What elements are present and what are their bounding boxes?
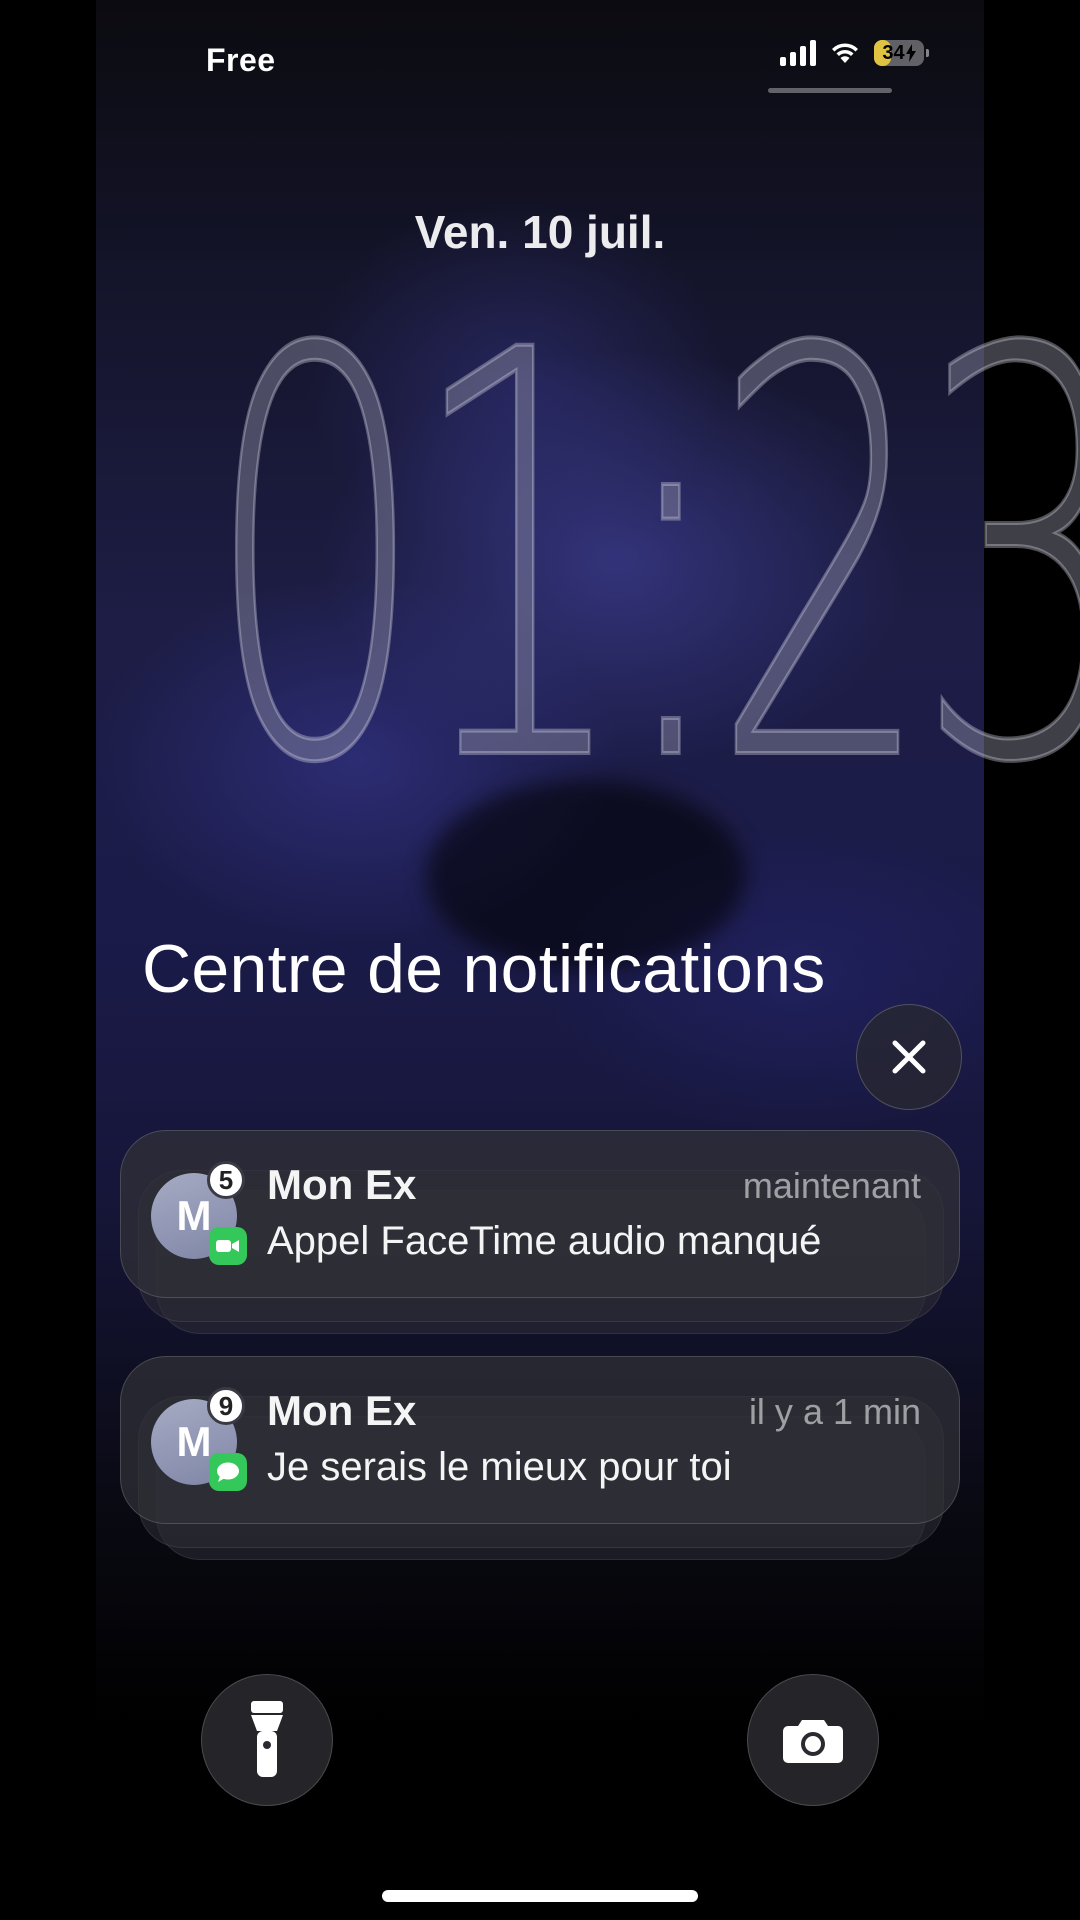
notification-center-title: Centre de notifications	[142, 931, 826, 1007]
clear-notifications-button[interactable]	[856, 1004, 962, 1110]
notification-sender: Mon Ex	[267, 1387, 417, 1434]
camera-icon	[783, 1720, 843, 1763]
close-icon	[892, 1040, 926, 1074]
notification-count-badge: 9	[207, 1387, 245, 1425]
messages-icon	[209, 1453, 247, 1491]
battery-icon: 34	[874, 40, 929, 66]
status-indicators: 34	[780, 40, 929, 66]
notification-sender: Mon Ex	[267, 1161, 417, 1208]
notification-time: il y a 1 min	[748, 1391, 921, 1432]
wifi-icon	[832, 43, 858, 63]
charging-icon	[905, 44, 916, 62]
flashlight-button[interactable]	[201, 1674, 333, 1806]
notification-body: Appel FaceTime audio manqué	[267, 1219, 822, 1263]
notification-card[interactable]: M 5 Mon Ex maintenant Appel FaceTime aud…	[120, 1130, 960, 1298]
battery-percentage: 34	[882, 41, 905, 64]
notification-body: Je serais le mieux pour toi	[267, 1445, 732, 1489]
carrier-name: Free	[206, 42, 276, 78]
notification-time: maintenant	[742, 1165, 921, 1206]
facetime-icon	[209, 1227, 247, 1265]
lock-clock: 01:23	[204, 234, 1080, 886]
notification-card[interactable]: M 9 Mon Ex il y a 1 min Je serais le mie…	[120, 1356, 960, 1524]
lock-screen: Free 34 Ven. 10 juil. 01:23 Centre de no…	[0, 0, 1080, 1920]
status-bar-underline	[768, 88, 892, 93]
signal-icon	[780, 40, 816, 66]
home-indicator[interactable]	[382, 1890, 698, 1902]
notification-count-badge: 5	[207, 1161, 245, 1199]
flashlight-icon	[251, 1701, 283, 1777]
camera-button[interactable]	[747, 1674, 879, 1806]
